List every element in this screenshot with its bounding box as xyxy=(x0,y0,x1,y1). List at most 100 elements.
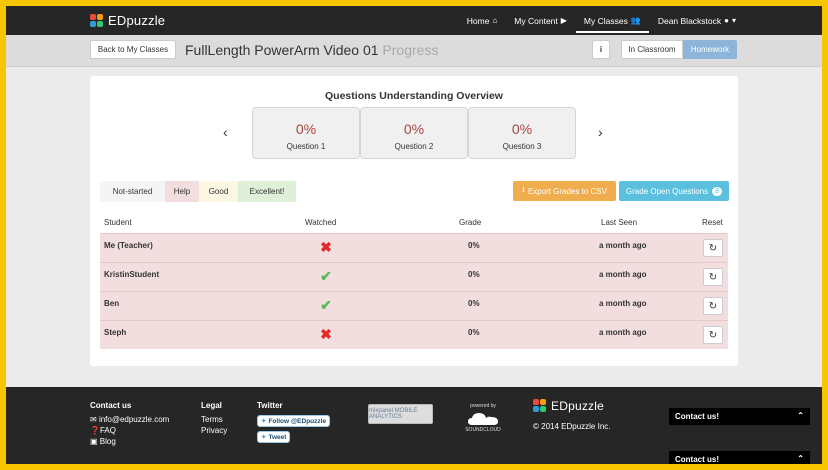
table-row[interactable]: Me (Teacher) ✖ 0% a month ago ↻ xyxy=(100,233,728,262)
chevron-right-icon[interactable]: › xyxy=(598,124,603,140)
student-grade: 0% xyxy=(468,270,480,279)
refresh-icon: ↻ xyxy=(708,300,718,312)
nav-user-menu[interactable]: Dean Blackstock ● ▾ xyxy=(658,6,736,35)
student-name[interactable]: KristinStudent xyxy=(104,270,159,279)
mode-toggle: In Classroom Homework xyxy=(621,40,737,59)
app-frame: EDpuzzle Home ⌂ My Content ▶ My Classes … xyxy=(6,6,822,464)
student-name[interactable]: Me (Teacher) xyxy=(104,241,153,250)
question-box[interactable]: 0% Question 1 xyxy=(252,107,360,159)
footer-contact: Contact us ✉ info@edpuzzle.com ❓FAQ ▣ Bl… xyxy=(90,401,169,448)
nav-my-classes-label: My Classes xyxy=(583,15,628,26)
question-percent: 0% xyxy=(295,121,317,137)
privacy-link[interactable]: Privacy xyxy=(201,426,227,435)
terms-link[interactable]: Terms xyxy=(201,415,227,424)
not-watched-x-icon: ✖ xyxy=(320,326,332,342)
twitter-bird-icon: ✦ xyxy=(261,434,267,441)
watched-check-icon: ✔ xyxy=(320,297,332,313)
faq-text: FAQ xyxy=(99,426,116,435)
soundcloud-cloud-icon xyxy=(468,413,498,425)
info-button[interactable]: i xyxy=(592,40,610,59)
last-seen: a month ago xyxy=(599,328,647,337)
email-text: info@edpuzzle.com xyxy=(98,415,170,424)
question-label: Question 2 xyxy=(394,142,434,151)
status-legend: Not-started Help Good Excellent! xyxy=(100,181,296,202)
nav-my-content-label: My Content xyxy=(514,15,558,26)
tweet-label: Tweet xyxy=(268,434,287,441)
tweet-button[interactable]: ✦ Tweet xyxy=(257,431,291,443)
export-grades-label: Export Grades to CSV xyxy=(527,186,607,196)
twitter-bird-icon: ✦ xyxy=(261,418,267,425)
reset-button[interactable]: ↻ xyxy=(703,239,723,257)
nav-my-content[interactable]: My Content ▶ xyxy=(514,6,567,35)
email-link[interactable]: ✉ info@edpuzzle.com xyxy=(90,415,169,424)
footer-brand-name: EDpuzzle xyxy=(551,399,604,413)
top-navbar: EDpuzzle Home ⌂ My Content ▶ My Classes … xyxy=(6,6,822,35)
follow-label: Follow @EDpuzzle xyxy=(268,418,327,425)
powered-by-label: powered by xyxy=(470,403,496,409)
home-icon: ⌂ xyxy=(492,16,498,25)
chevron-up-icon: ⌃ xyxy=(797,454,804,463)
col-reset: Reset xyxy=(702,218,723,227)
open-questions-count-badge: 8 xyxy=(712,186,723,196)
question-boxes: 0% Question 1 0% Question 2 0% Question … xyxy=(252,107,576,159)
user-icon: ● xyxy=(724,16,729,25)
grade-open-questions-button[interactable]: Grade Open Questions 8 xyxy=(619,181,729,201)
reset-button[interactable]: ↻ xyxy=(703,268,723,286)
question-box[interactable]: 0% Question 3 xyxy=(468,107,576,159)
contact-us-widget[interactable]: Contact us! ⌃ xyxy=(669,408,810,425)
footer-legal: Legal Terms Privacy xyxy=(201,401,227,437)
mixpanel-badge[interactable]: mixpanel MOBILE ANALYTICS xyxy=(368,404,433,424)
copyright: © 2014 EDpuzzle Inc. xyxy=(533,422,611,431)
users-icon: 👥 xyxy=(630,16,641,25)
question-percent: 0% xyxy=(403,121,425,137)
overview-title: Questions Understanding Overview xyxy=(325,90,503,102)
contact-widget-label: Contact us! xyxy=(675,455,719,464)
download-icon: ⭳ xyxy=(522,185,525,194)
blog-link[interactable]: ▣ Blog xyxy=(90,437,169,446)
nav-home[interactable]: Home ⌂ xyxy=(467,6,498,35)
homework-tab[interactable]: Homework xyxy=(683,40,737,59)
student-grade: 0% xyxy=(468,241,480,250)
back-to-classes-button[interactable]: Back to My Classes xyxy=(90,40,176,59)
col-watched: Watched xyxy=(305,218,337,227)
nav-my-classes[interactable]: My Classes 👥 xyxy=(575,6,649,35)
footer: Contact us ✉ info@edpuzzle.com ❓FAQ ▣ Bl… xyxy=(6,387,822,464)
table-row[interactable]: KristinStudent ✔ 0% a month ago ↻ xyxy=(100,262,728,291)
faq-link[interactable]: ❓FAQ xyxy=(90,426,169,435)
chevron-left-icon[interactable]: ‹ xyxy=(223,124,228,140)
in-classroom-tab[interactable]: In Classroom xyxy=(621,40,683,59)
col-last-seen: Last Seen xyxy=(601,218,638,227)
legend-good: Good xyxy=(199,181,238,202)
brand-logo[interactable]: EDpuzzle xyxy=(90,12,165,29)
soundcloud-label: SOUNDCLOUD xyxy=(465,427,501,433)
footer-legal-heading: Legal xyxy=(201,401,222,410)
rss-icon: ▣ xyxy=(90,437,100,446)
table-row[interactable]: Steph ✖ 0% a month ago ↻ xyxy=(100,320,728,349)
reset-button[interactable]: ↻ xyxy=(703,297,723,315)
edpuzzle-logo-icon xyxy=(90,13,104,28)
nav-links: Home ⌂ My Content ▶ My Classes 👥 Dean Bl… xyxy=(450,6,736,35)
refresh-icon: ↻ xyxy=(708,271,718,283)
last-seen: a month ago xyxy=(599,299,647,308)
legend-help: Help xyxy=(165,181,199,202)
question-label: Question 1 xyxy=(286,142,326,151)
not-watched-x-icon: ✖ xyxy=(320,239,332,255)
follow-twitter-button[interactable]: ✦ Follow @EDpuzzle xyxy=(257,415,331,427)
table-row[interactable]: Ben ✔ 0% a month ago ↻ xyxy=(100,291,728,320)
caret-down-icon: ▾ xyxy=(731,16,736,25)
refresh-icon: ↻ xyxy=(708,242,718,254)
progress-card: Questions Understanding Overview ‹ 0% Qu… xyxy=(90,76,738,366)
reset-button[interactable]: ↻ xyxy=(703,326,723,344)
nav-home-label: Home xyxy=(466,15,490,26)
video-icon: ▶ xyxy=(560,16,567,25)
question-box[interactable]: 0% Question 2 xyxy=(360,107,468,159)
student-name[interactable]: Steph xyxy=(104,328,126,337)
refresh-icon: ↻ xyxy=(708,329,718,341)
col-grade: Grade xyxy=(459,218,482,227)
watched-check-icon: ✔ xyxy=(320,268,332,284)
contact-us-widget-bottom[interactable]: Contact us! ⌃ xyxy=(669,451,810,464)
soundcloud-badge[interactable]: powered by SOUNDCLOUD xyxy=(463,403,503,433)
export-grades-button[interactable]: ⭳ Export Grades to CSV xyxy=(513,181,616,201)
student-name[interactable]: Ben xyxy=(104,299,119,308)
video-title: FullLength PowerArm Video 01 xyxy=(185,42,379,58)
